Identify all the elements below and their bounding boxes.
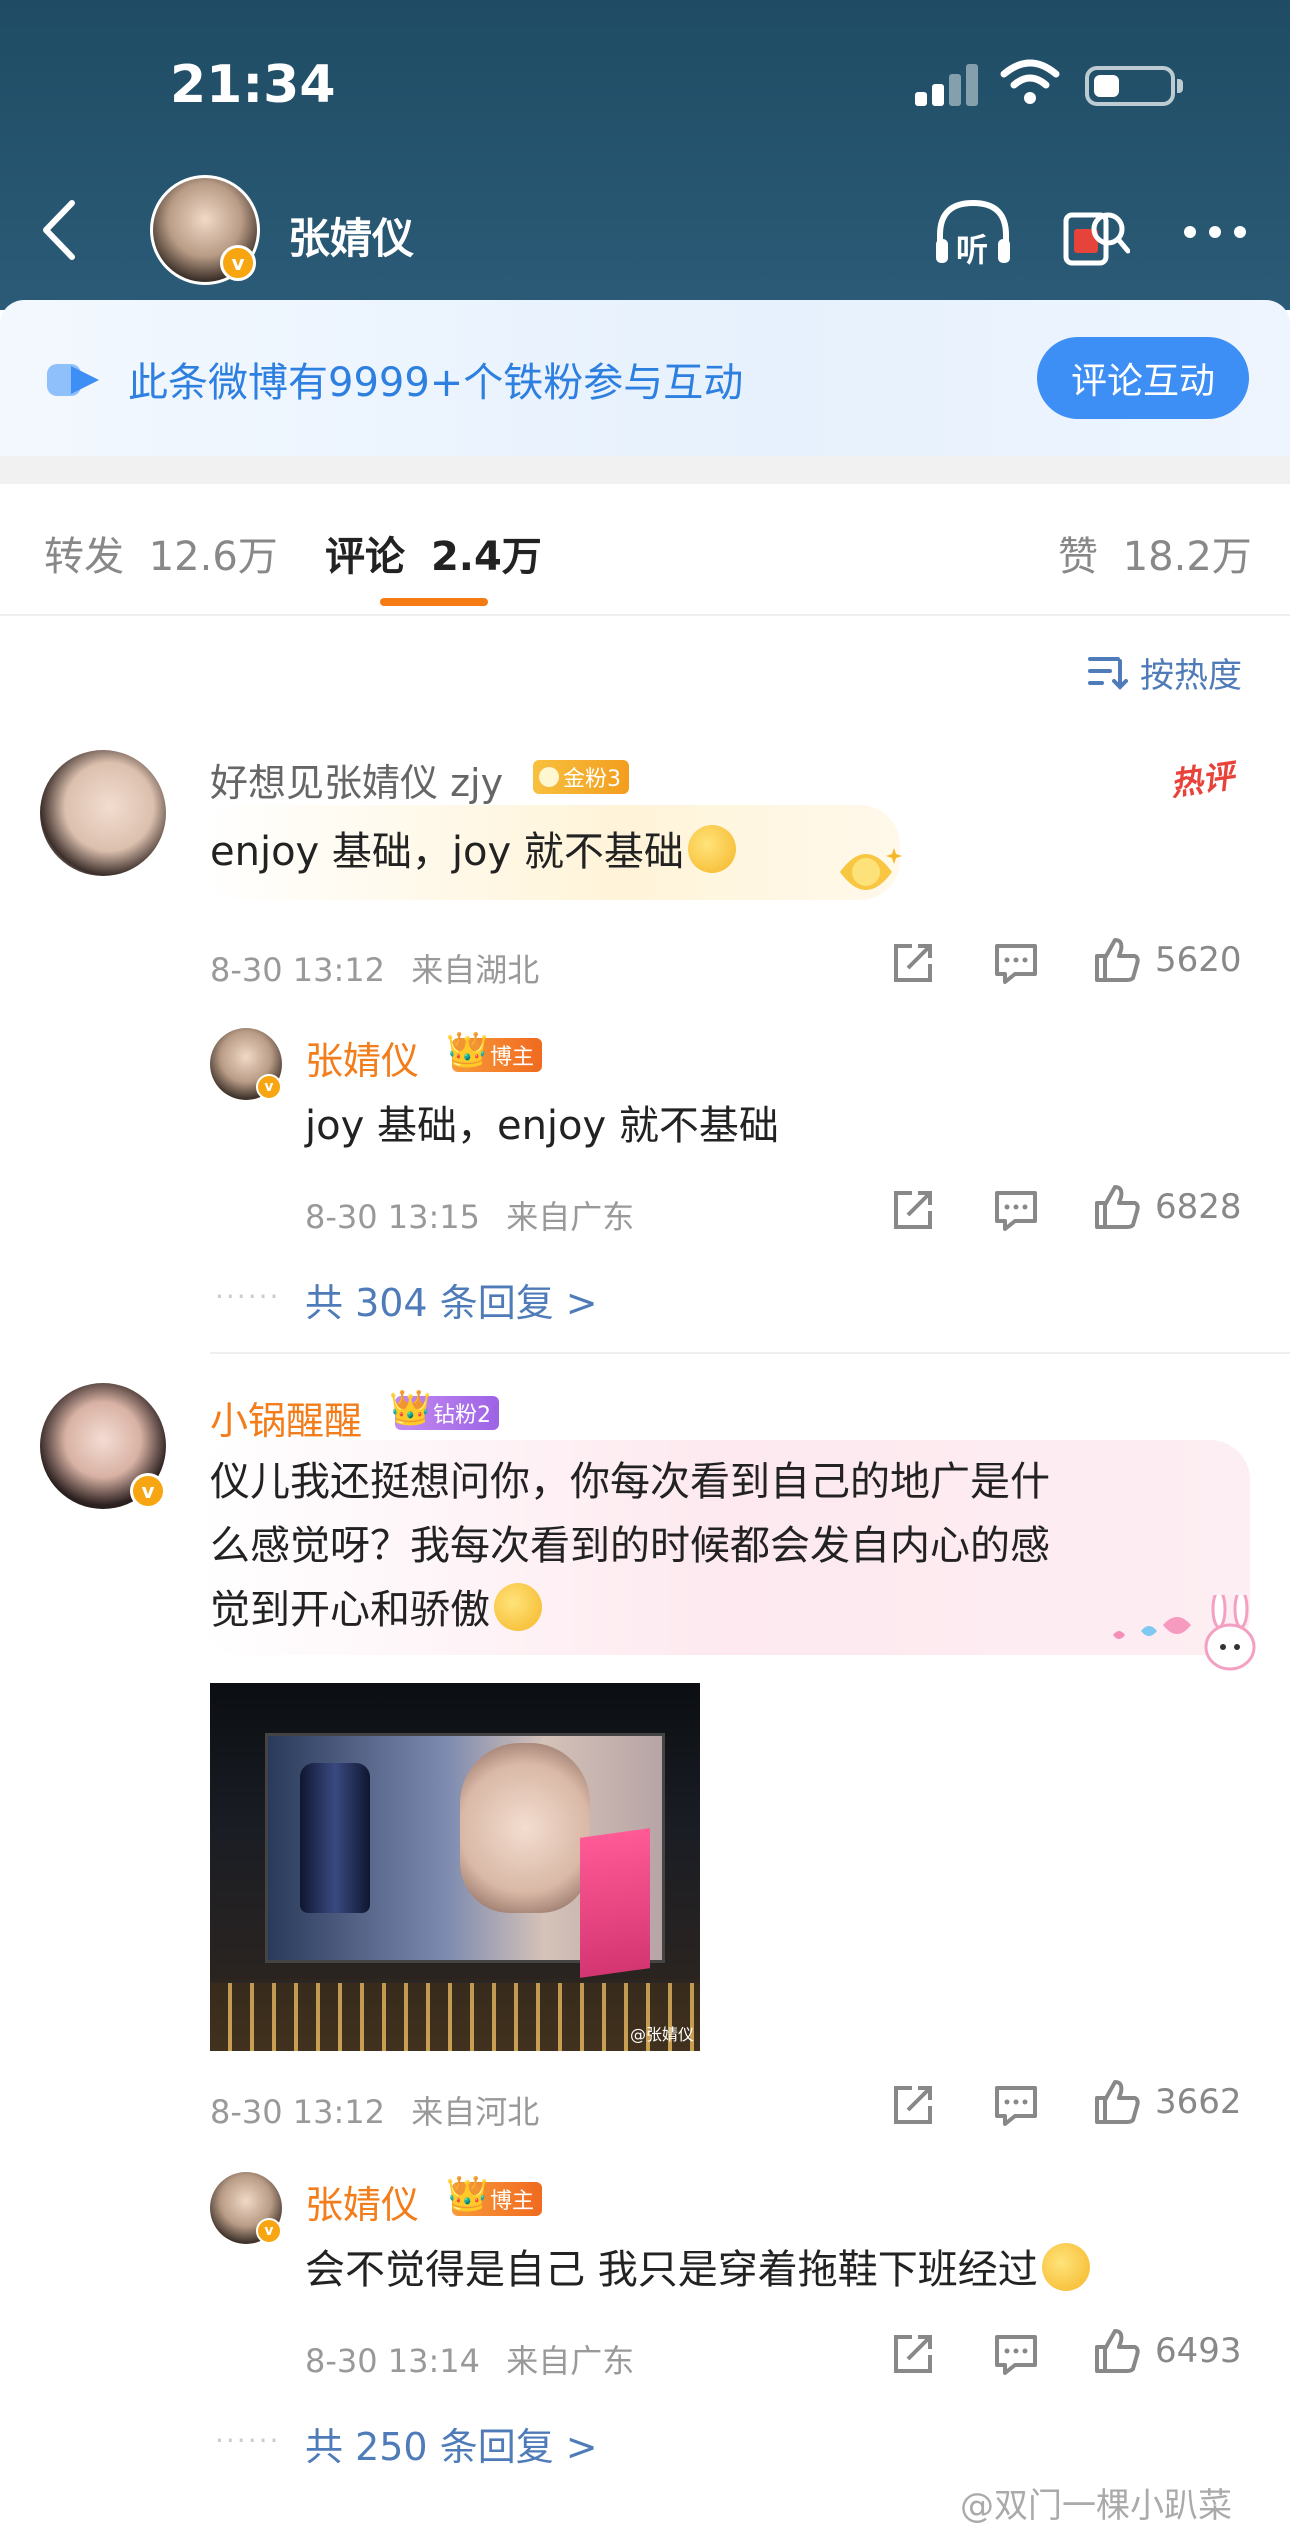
comment-meta: 8-30 13:12 来自湖北 [210, 951, 540, 989]
verified-badge: v [220, 245, 256, 281]
kiss-face-emoji [494, 1583, 542, 1631]
like-button[interactable]: 5620 [1093, 936, 1242, 984]
comment-divider [210, 1352, 1290, 1354]
bunny-hearts-icon [1113, 1595, 1256, 1671]
share-button[interactable] [890, 940, 936, 986]
comment-icon [995, 2335, 1037, 2375]
comment-text: 仪儿我还挺想问你，你每次看到自己的地广是什 么感觉呀？我每次看到的时候都会发自内… [210, 1459, 1050, 1633]
share-icon [894, 2335, 932, 2373]
view-replies-link[interactable]: 共 304 条回复 > [305, 1272, 598, 1327]
comment-icon [995, 944, 1037, 984]
post-tabs: 转发 12.6万 评论 2.4万 赞 18.2万 [0, 484, 1290, 616]
gold-medal-icon [840, 848, 902, 890]
back-icon[interactable] [30, 195, 90, 265]
more-icon[interactable] [1180, 218, 1250, 244]
section-gap [0, 456, 1290, 484]
thumbs-up-icon [1095, 1185, 1140, 1229]
share-button[interactable] [890, 2331, 936, 2377]
like-button[interactable]: 3662 [1093, 2078, 1242, 2126]
fan-banner-text: 此条微博有9999+个铁粉参与互动 [128, 360, 744, 406]
hot-comment-tag: 热评 [1167, 756, 1237, 804]
reply-author-name[interactable]: 张婧仪 [305, 2174, 419, 2229]
reply-author-name[interactable]: 张婧仪 [305, 1030, 419, 1085]
reply-button[interactable] [993, 2082, 1039, 2128]
building-lights [210, 1983, 700, 2051]
reply-button[interactable] [993, 1187, 1039, 1233]
author-name[interactable]: 张婧仪 [288, 205, 414, 266]
like-count: 6828 [1155, 1187, 1242, 1227]
weibo-watermark: @双门一棵小趴菜 [960, 2486, 1232, 2526]
commenter-avatar[interactable] [40, 750, 166, 876]
serum-bottle [300, 1763, 370, 1913]
share-icon [894, 1191, 932, 1229]
like-count: 3662 [1155, 2082, 1242, 2122]
dots-separator: ······ [215, 2424, 281, 2457]
share-button[interactable] [890, 2082, 936, 2128]
comment-icon [995, 1191, 1037, 1231]
blogger-badge: 👑 博主 [446, 2174, 543, 2216]
fan-interaction-banner: 此条微博有9999+个铁粉参与互动 评论互动 [0, 300, 1290, 456]
flower-face-emoji [687, 825, 736, 873]
photo-watermark: @张婧仪 [629, 2025, 694, 2044]
commenter-name[interactable]: 好想见张婧仪 zjy [210, 752, 503, 807]
comment-text: enjoy 基础，joy 就不基础 [210, 820, 736, 884]
status-time: 21:34 [170, 55, 336, 115]
listen-label: 听 [956, 231, 989, 269]
active-tab-indicator [380, 598, 488, 606]
comment-meta: 8-30 13:12 来自河北 [210, 2093, 540, 2131]
comment-icon [995, 2086, 1037, 2126]
sort-by-hot[interactable]: 按热度 [1088, 648, 1242, 697]
signal-icon [915, 62, 979, 106]
fan-level-badge: 👑 钻粉2 [389, 1388, 499, 1430]
like-count: 5620 [1155, 940, 1242, 980]
view-replies-link[interactable]: 共 250 条回复 > [305, 2416, 598, 2471]
red-packet-search-icon[interactable] [1060, 195, 1130, 271]
verified-badge: v [256, 1074, 282, 1100]
crown-icon: 👑 [446, 2174, 489, 2214]
share-button[interactable] [890, 1187, 936, 1233]
pink-sign [580, 1828, 650, 1978]
sort-label: 按热度 [1140, 656, 1242, 696]
like-button[interactable]: 6493 [1093, 2327, 1242, 2375]
comment-interact-button[interactable]: 评论互动 [1037, 337, 1249, 419]
thumbs-up-icon [1095, 2329, 1140, 2373]
reply-text: joy 基础，enjoy 就不基础 [305, 1103, 779, 1149]
sort-icon [1088, 656, 1128, 690]
fan-icon [47, 364, 99, 396]
model-face [460, 1743, 590, 1913]
thumbs-up-icon [1095, 938, 1140, 982]
share-icon [894, 944, 932, 982]
reply-meta: 8-30 13:14 来自广东 [305, 2342, 635, 2380]
comment-photo[interactable]: @张婧仪 [210, 1683, 700, 2051]
listen-button[interactable]: 听 [930, 195, 1016, 271]
share-icon [894, 2086, 932, 2124]
crown-icon: 👑 [446, 1030, 489, 1070]
fan-level-badge: 金粉3 [533, 760, 629, 794]
top-header: 21:34 v 张婧仪 听 [0, 0, 1290, 310]
verified-badge: v [256, 2218, 282, 2244]
reply-button[interactable] [993, 940, 1039, 986]
like-count: 6493 [1155, 2331, 1242, 2371]
tab-comments[interactable]: 评论 2.4万 [325, 524, 542, 582]
dots-separator: ······ [215, 1280, 281, 1313]
reply-button[interactable] [993, 2331, 1039, 2377]
tab-likes[interactable]: 赞 18.2万 [1058, 524, 1252, 582]
reply-meta: 8-30 13:15 来自广东 [305, 1198, 635, 1236]
like-button[interactable]: 6828 [1093, 1183, 1242, 1231]
wifi-icon [1000, 59, 1060, 104]
commenter-name[interactable]: 小锅醒醒 [210, 1390, 362, 1445]
surprised-face-emoji [1041, 2243, 1090, 2291]
battery-icon [1085, 66, 1183, 106]
reply-text: 会不觉得是自己 我只是穿着拖鞋下班经过 [305, 2238, 1090, 2302]
tab-repost[interactable]: 转发 12.6万 [44, 524, 278, 582]
blogger-badge: 👑 博主 [446, 1030, 543, 1072]
verified-badge: v [130, 1473, 166, 1509]
crown-icon: 👑 [389, 1388, 432, 1428]
thumbs-up-icon [1095, 2080, 1140, 2124]
